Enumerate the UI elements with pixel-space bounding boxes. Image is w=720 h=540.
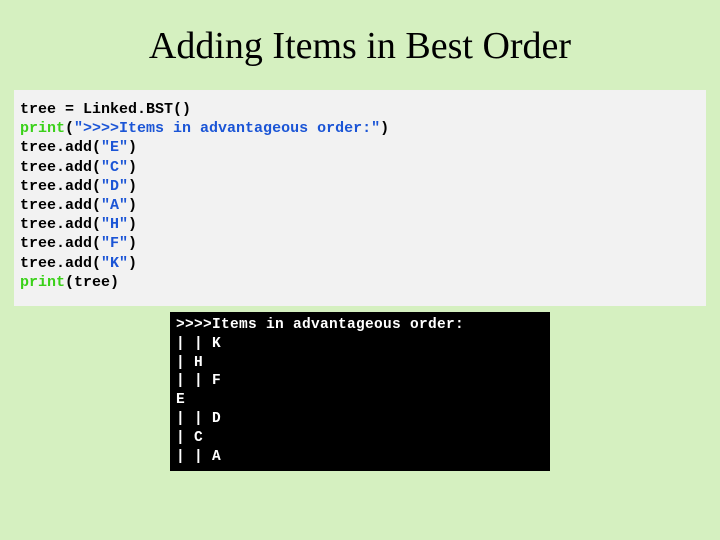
- code-line: tree.add("D"): [20, 177, 700, 196]
- code-text: ): [380, 120, 389, 137]
- code-text: tree.add(: [20, 235, 101, 252]
- code-line: tree = Linked.BST(): [20, 100, 700, 119]
- code-string: "D": [101, 178, 128, 195]
- code-string: "F": [101, 235, 128, 252]
- code-text: tree.add(: [20, 159, 101, 176]
- code-line: print(">>>>Items in advantageous order:"…: [20, 119, 700, 138]
- code-text: ): [128, 178, 137, 195]
- code-keyword: print: [20, 274, 65, 291]
- output-line: | | F: [176, 373, 221, 389]
- terminal-output: >>>>Items in advantageous order: | | K |…: [170, 312, 550, 471]
- code-text: ): [128, 216, 137, 233]
- code-text: (tree): [65, 274, 119, 291]
- code-line: tree.add("K"): [20, 254, 700, 273]
- output-line: | | K: [176, 336, 221, 352]
- code-line: tree.add("A"): [20, 196, 700, 215]
- code-string: "K": [101, 255, 128, 272]
- code-text: tree.add(: [20, 197, 101, 214]
- code-line: tree.add("F"): [20, 234, 700, 253]
- code-string: "H": [101, 216, 128, 233]
- code-line: tree.add("E"): [20, 138, 700, 157]
- code-string: "E": [101, 139, 128, 156]
- code-text: tree.add(: [20, 255, 101, 272]
- code-line: tree.add("H"): [20, 215, 700, 234]
- output-line: >>>>Items in advantageous order:: [176, 317, 464, 333]
- code-line: tree.add("C"): [20, 158, 700, 177]
- output-container: >>>>Items in advantageous order: | | K |…: [14, 312, 706, 471]
- code-text: tree.add(: [20, 216, 101, 233]
- output-line: | H: [176, 355, 203, 371]
- output-line: E: [176, 392, 185, 408]
- output-line: | | A: [176, 449, 221, 465]
- code-string: "A": [101, 197, 128, 214]
- output-line: | C: [176, 430, 203, 446]
- code-line: print(tree): [20, 273, 700, 292]
- slide-title: Adding Items in Best Order: [14, 24, 706, 68]
- slide: Adding Items in Best Order tree = Linked…: [0, 0, 720, 540]
- code-text: tree.add(: [20, 139, 101, 156]
- code-text: tree = Linked.BST(): [20, 101, 191, 118]
- code-string: "C": [101, 159, 128, 176]
- code-block: tree = Linked.BST()print(">>>>Items in a…: [14, 90, 706, 306]
- code-text: (: [65, 120, 74, 137]
- code-string: ">>>>Items in advantageous order:": [74, 120, 380, 137]
- code-text: ): [128, 159, 137, 176]
- code-text: ): [128, 139, 137, 156]
- code-text: ): [128, 255, 137, 272]
- code-keyword: print: [20, 120, 65, 137]
- code-text: ): [128, 235, 137, 252]
- code-text: ): [128, 197, 137, 214]
- code-text: tree.add(: [20, 178, 101, 195]
- output-line: | | D: [176, 411, 221, 427]
